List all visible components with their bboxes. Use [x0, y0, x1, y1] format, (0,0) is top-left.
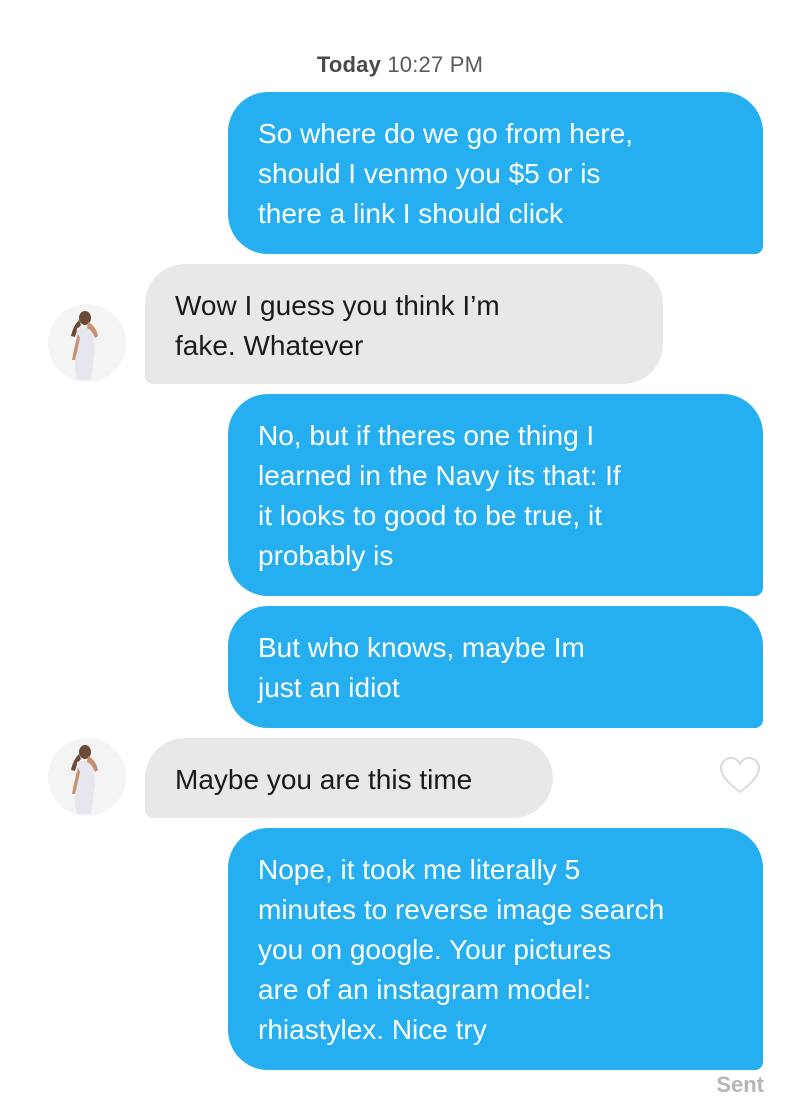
outgoing-message-bubble[interactable]: Nope, it took me literally 5 minutes to …	[228, 828, 763, 1070]
heart-outline-icon[interactable]	[718, 755, 762, 795]
contact-avatar[interactable]	[48, 738, 126, 816]
outgoing-message-bubble[interactable]: No, but if theres one thing I learned in…	[228, 394, 763, 596]
incoming-message-bubble[interactable]: Maybe you are this time	[145, 738, 553, 818]
outgoing-message-bubble[interactable]: But who knows, maybe Im just an idiot	[228, 606, 763, 728]
outgoing-message-bubble[interactable]: So where do we go from here, should I ve…	[228, 92, 763, 254]
incoming-message-bubble[interactable]: Wow I guess you think I’m fake. Whatever	[145, 264, 663, 384]
message-timestamp: Today 10:27 PM	[0, 52, 800, 78]
timestamp-day: Today	[316, 52, 382, 77]
contact-avatar[interactable]	[48, 304, 126, 382]
chat-thread: Today 10:27 PM So where do we go from he…	[0, 0, 800, 1118]
avatar-photo-icon	[48, 738, 126, 816]
avatar-photo-icon	[48, 304, 126, 382]
timestamp-time: 10:27 PM	[387, 52, 484, 77]
delivery-status: Sent	[716, 1072, 764, 1097]
